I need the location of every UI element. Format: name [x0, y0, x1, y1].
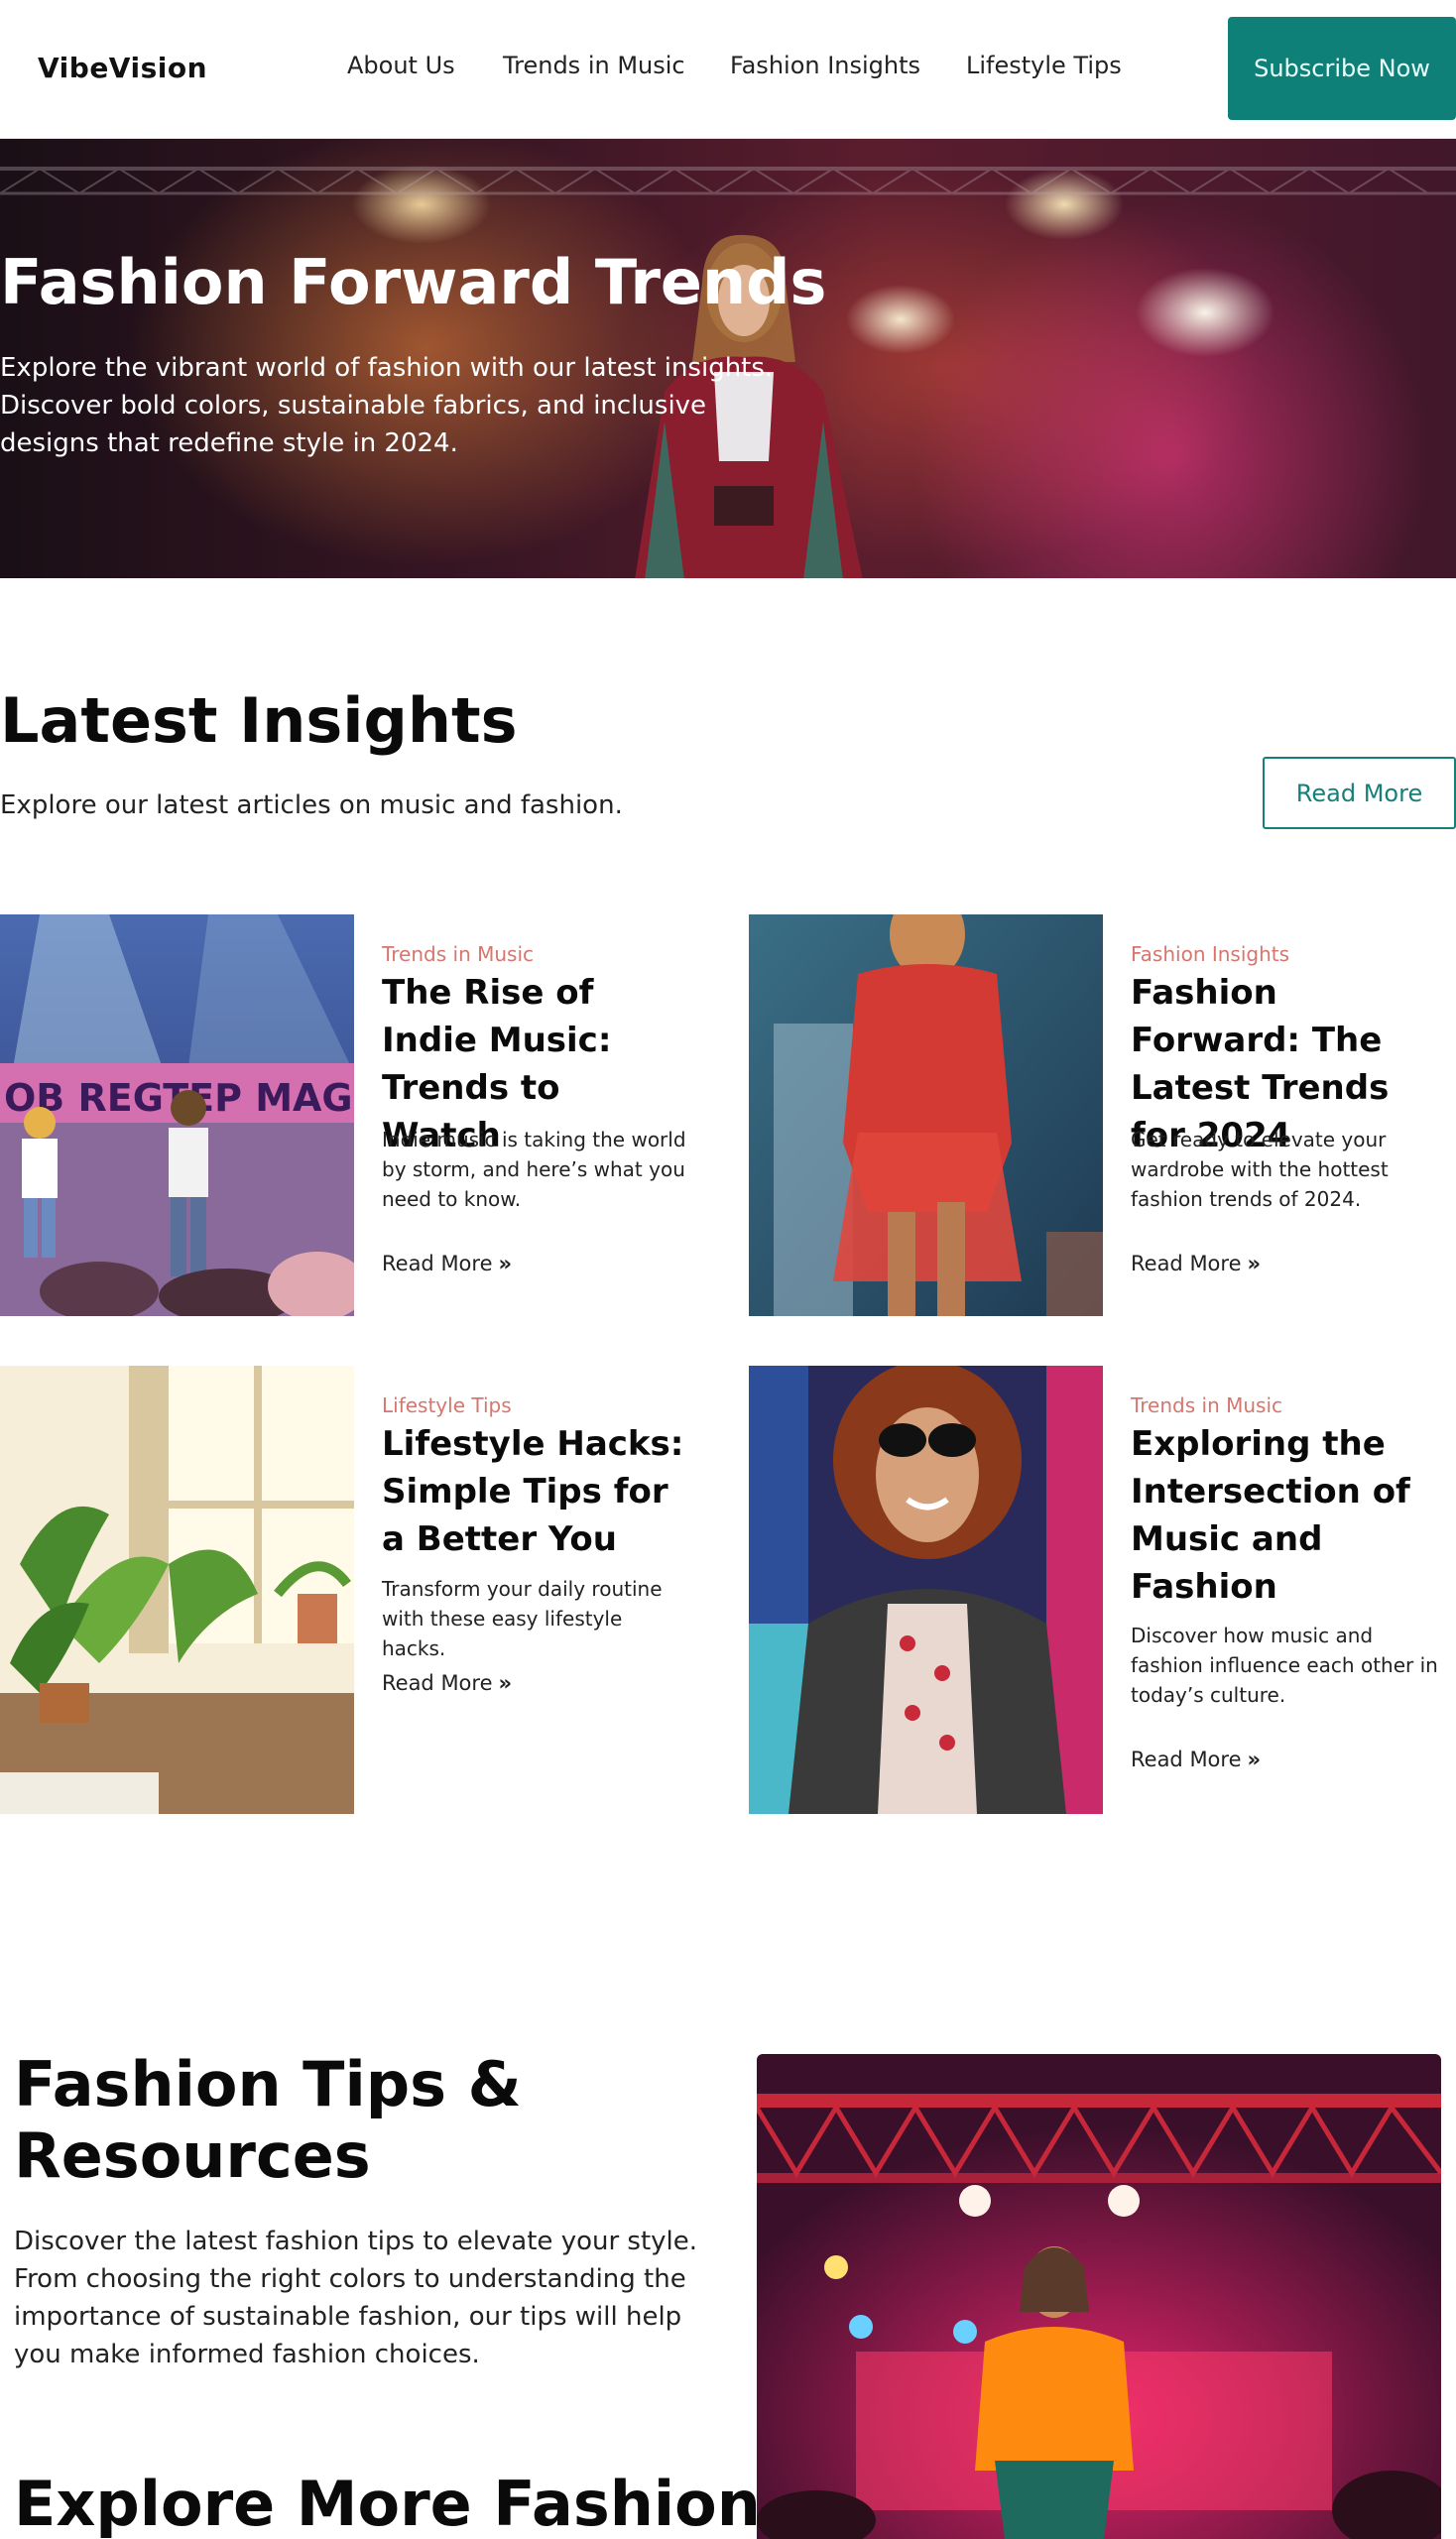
card-title[interactable]: Lifestyle Hacks: Simple Tips for a Bette…	[382, 1420, 689, 1563]
card-read-more-link[interactable]: Read More»	[382, 1671, 512, 1695]
card-read-more-link[interactable]: Read More»	[1131, 1748, 1261, 1771]
card-category[interactable]: Lifestyle Tips	[382, 1393, 512, 1417]
card-read-more-label: Read More	[1131, 1252, 1242, 1275]
hero-title: Fashion Forward Trends	[0, 246, 827, 318]
stage-truss-graphic	[0, 167, 1456, 195]
card-image-music-fashion[interactable]	[749, 1366, 1103, 1814]
card-image-indie-music[interactable]: OB REGTEP MAG6 10|5	[0, 914, 354, 1316]
card-category[interactable]: Trends in Music	[1131, 1393, 1282, 1417]
read-more-button[interactable]: Read More	[1263, 757, 1456, 829]
double-chevron-right-icon: »	[498, 1252, 513, 1275]
card-description: Discover how music and fashion influence…	[1131, 1624, 1438, 1707]
hero-banner: Fashion Forward Trends Explore the vibra…	[0, 139, 1456, 578]
section-title-latest-insights: Latest Insights	[0, 684, 518, 757]
card-category[interactable]: Fashion Insights	[1131, 942, 1289, 966]
card-description: Transform your daily routine with these …	[382, 1577, 663, 1660]
site-header: VibeVision About Us Trends in Music Fash…	[0, 0, 1456, 139]
double-chevron-right-icon: »	[1247, 1252, 1262, 1275]
logo[interactable]: VibeVision	[38, 52, 207, 84]
nav-lifestyle-tips[interactable]: Lifestyle Tips	[966, 52, 1122, 79]
card-read-more-label: Read More	[1131, 1748, 1242, 1771]
card-read-more-link[interactable]: Read More»	[382, 1252, 512, 1275]
hero-description: Explore the vibrant world of fashion wit…	[0, 353, 774, 458]
card-read-more-link[interactable]: Read More»	[1131, 1252, 1261, 1275]
nav-trends-in-music[interactable]: Trends in Music	[503, 52, 685, 79]
fashion-tips-image	[757, 2054, 1441, 2539]
card-title[interactable]: Exploring the Intersection of Music and …	[1131, 1420, 1438, 1611]
card-read-more-label: Read More	[382, 1671, 493, 1695]
section-description-fashion-tips: Discover the latest fashion tips to elev…	[14, 2227, 698, 2369]
card-read-more-label: Read More	[382, 1252, 493, 1275]
card-image-fashion-trends[interactable]	[749, 914, 1103, 1316]
card-description: Indie music is taking the world by storm…	[382, 1128, 686, 1211]
nav-about-us[interactable]: About Us	[347, 52, 455, 79]
section-title-fashion-tips: Fashion Tips & Resources	[14, 2048, 522, 2192]
card-description: Get ready to elevate your wardrobe with …	[1131, 1128, 1389, 1211]
double-chevron-right-icon: »	[498, 1671, 513, 1695]
subscribe-button[interactable]: Subscribe Now	[1228, 17, 1456, 120]
section-subtitle-latest-insights: Explore our latest articles on music and…	[0, 790, 623, 820]
double-chevron-right-icon: »	[1247, 1748, 1262, 1771]
nav-fashion-insights[interactable]: Fashion Insights	[730, 52, 920, 79]
card-category[interactable]: Trends in Music	[382, 942, 534, 966]
card-image-lifestyle-hacks[interactable]	[0, 1366, 354, 1814]
section-title-explore-more: Explore More Fashion	[14, 2468, 761, 2539]
